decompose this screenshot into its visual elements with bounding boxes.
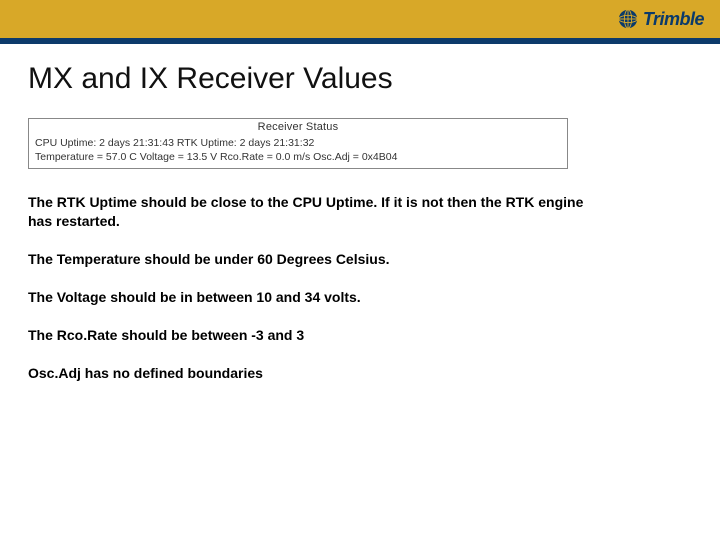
slide-content: MX and IX Receiver Values Receiver Statu… — [0, 44, 720, 540]
paragraph: The Temperature should be under 60 Degre… — [28, 250, 588, 268]
status-line-2: Temperature = 57.0 C Voltage = 13.5 V Rc… — [35, 150, 561, 164]
paragraph: Osc.Adj has no defined boundaries — [28, 364, 588, 382]
brand-logo: Trimble — [617, 8, 704, 30]
brand-name: Trimble — [643, 9, 704, 30]
globe-icon — [617, 8, 639, 30]
body-text: The RTK Uptime should be close to the CP… — [28, 193, 692, 382]
paragraph: The Rco.Rate should be between -3 and 3 — [28, 326, 588, 344]
status-data: CPU Uptime: 2 days 21:31:43 RTK Uptime: … — [29, 134, 567, 168]
status-line-1: CPU Uptime: 2 days 21:31:43 RTK Uptime: … — [35, 136, 561, 150]
status-heading: Receiver Status — [29, 119, 567, 134]
header-bar: Trimble — [0, 0, 720, 38]
page-title: MX and IX Receiver Values — [28, 62, 692, 96]
paragraph: The RTK Uptime should be close to the CP… — [28, 193, 588, 229]
paragraph: The Voltage should be in between 10 and … — [28, 288, 588, 306]
receiver-status-box: Receiver Status CPU Uptime: 2 days 21:31… — [28, 118, 568, 169]
